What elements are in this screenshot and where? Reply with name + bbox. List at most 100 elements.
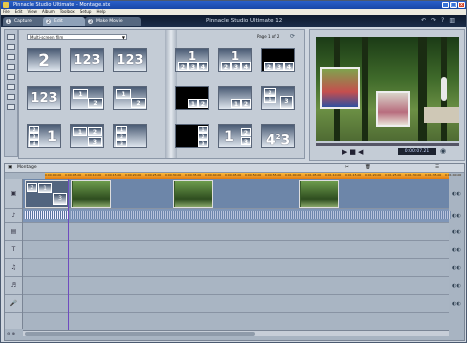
timecode-display[interactable]: 0:00:07.21 [398, 148, 436, 155]
timeline-view-icon[interactable]: ☰ [435, 165, 439, 170]
zoom-controls[interactable]: ⊖ ⊕ [7, 331, 15, 336]
menu-setup[interactable]: Setup [80, 9, 92, 14]
audio-track-header[interactable]: ♪ [5, 209, 22, 223]
ruler-tick-label: 0:01:10.00 [325, 173, 342, 177]
next-page-icon[interactable]: ⟳ [290, 33, 295, 40]
video-track[interactable]: 2 1 3 [23, 179, 449, 209]
template-thumb-123-a[interactable]: 123 [70, 48, 104, 72]
template-thumb-123-c[interactable]: 123 [27, 86, 61, 110]
title-track-toggle[interactable]: ◐◐ [449, 241, 464, 259]
page-indicator: Page 1 of 2 [257, 34, 280, 39]
template-thumb-black-12[interactable]: 12 [175, 86, 209, 110]
video-clip-1[interactable] [71, 180, 111, 208]
video-clip-3[interactable] [299, 180, 339, 208]
timeline-scrollbar[interactable] [23, 330, 449, 336]
template-thumb-split-12b[interactable]: 12 [113, 86, 147, 110]
volume-icon[interactable]: ◉ [440, 147, 446, 155]
title-track-header[interactable]: T [5, 241, 22, 259]
sound-track-header[interactable]: ♫ [5, 259, 22, 277]
template-thumb-43[interactable]: 423 [261, 124, 295, 148]
audio-track-toggle[interactable]: ◐◐ [449, 209, 464, 223]
menu-view[interactable]: View [27, 9, 37, 14]
transport-controls: ▶■◀ [342, 148, 365, 156]
ruler-tick-label: 0:01:05.00 [305, 173, 322, 177]
title-bar: Pinnacle Studio Ultimate - Montage.stx _… [1, 1, 466, 9]
template-thumb-big-1-23[interactable]: 123 [218, 124, 252, 148]
video-clip-2[interactable] [173, 180, 213, 208]
disc-menu-category-icon[interactable] [7, 84, 15, 90]
template-thumb-stack-123[interactable]: 123 [113, 124, 147, 148]
menu-edit[interactable]: Edit [15, 9, 23, 14]
tab-edit[interactable]: 2 Edit [43, 17, 85, 26]
menu-help[interactable]: Help [96, 9, 105, 14]
video-track-toggle[interactable]: ◐◐ [449, 179, 464, 209]
preview-scrubber[interactable] [316, 143, 459, 146]
montage-clip[interactable]: 2 1 3 [25, 180, 69, 208]
overlay-track-toggle[interactable]: ◐◐ [449, 223, 464, 241]
template-thumb-split-12[interactable]: 12 [70, 86, 104, 110]
maximize-button[interactable]: □ [450, 2, 457, 8]
menu-album[interactable]: Album [42, 9, 55, 14]
music-track-header[interactable]: ♬ [5, 277, 22, 295]
sound-effect-category-icon[interactable] [7, 94, 15, 100]
overlay-track-header[interactable]: ▤ [5, 223, 22, 241]
ruler-tick-label: 0:01:00.00 [285, 173, 302, 177]
redo-icon[interactable]: ↷ [431, 17, 441, 24]
sound-effects-track[interactable] [23, 259, 449, 277]
template-thumb-1234-a[interactable]: 1234 [175, 48, 209, 72]
app-icon [3, 2, 9, 8]
title-category-icon[interactable] [7, 64, 15, 70]
undo-icon[interactable]: ↶ [421, 17, 431, 24]
delete-icon[interactable]: 🗑 [365, 165, 371, 170]
music-category-icon[interactable] [7, 104, 15, 110]
music-track[interactable] [23, 277, 449, 295]
overlay-track[interactable] [23, 223, 449, 241]
template-thumb-black-123[interactable]: 123 [175, 124, 209, 148]
template-thumb-corner-123[interactable]: 213 [261, 86, 295, 110]
template-thumb-black-1234[interactable]: 234 [261, 48, 295, 72]
photo-category-icon[interactable] [7, 74, 15, 80]
playhead[interactable] [68, 179, 69, 334]
ruler-tick-label: 0:01:20.00 [365, 173, 382, 177]
menu-file[interactable]: File [3, 9, 10, 14]
template-thumb-grid-123[interactable]: 123 [70, 124, 104, 148]
ruler-tick-label: 0:00:35.00 [185, 173, 202, 177]
music-track-toggle[interactable]: ◐◐ [449, 277, 464, 295]
title-track[interactable] [23, 241, 449, 259]
album-panel: Multi-screen film ▼ Page 1 of 2 ⟳ 2 123 1… [18, 29, 305, 159]
app-window: Pinnacle Studio Ultimate - Montage.stx _… [0, 0, 467, 343]
narration-track-header[interactable]: 🎤 [5, 295, 22, 313]
close-button[interactable]: x [458, 2, 465, 8]
menu-toolbox[interactable]: Toolbox [60, 9, 75, 14]
narration-track-toggle[interactable]: ◐◐ [449, 295, 464, 313]
original-audio-track[interactable] [23, 209, 451, 223]
sound-track-toggle[interactable]: ◐◐ [449, 259, 464, 277]
theme-dropdown[interactable]: Multi-screen film ▼ [27, 34, 127, 40]
app-title: Pinnacle Studio Ultimate 12 [206, 18, 283, 24]
template-thumb-black-12b[interactable]: 12 [218, 86, 252, 110]
video-track-header[interactable]: ▣ [5, 179, 22, 209]
toolbar-icons: ↶↷?▥ [421, 17, 460, 24]
narration-track[interactable] [23, 295, 449, 313]
template-thumb-1234-b[interactable]: 1234 [218, 48, 252, 72]
tab-make-movie[interactable]: 3 Make Movie [85, 17, 141, 26]
ruler-tick-label: 0:00:55.00 [265, 173, 282, 177]
template-thumb-2[interactable]: 2 [27, 48, 61, 72]
ruler-tick-label: 0:00:40.00 [205, 173, 222, 177]
stop-icon[interactable]: ■ [349, 148, 358, 156]
trash-icon[interactable]: ▥ [449, 17, 460, 24]
montage-category-icon[interactable] [7, 54, 15, 60]
template-thumb-stack-1[interactable]: 2341 [27, 124, 61, 148]
template-thumb-123-b[interactable]: 123 [113, 48, 147, 72]
razor-icon[interactable]: ✂ [345, 165, 349, 170]
transition-category-icon[interactable] [7, 44, 15, 50]
ruler-tick-label: 0:00:30.00 [165, 173, 182, 177]
scrollbar-thumb[interactable] [25, 332, 255, 336]
ruler-tick-label: 0:01:15.00 [345, 173, 362, 177]
rewind-icon[interactable]: ◀ [358, 148, 365, 156]
ruler-tick-label: 0:00:20.00 [125, 173, 142, 177]
minimize-button[interactable]: _ [442, 2, 449, 8]
video-category-icon[interactable] [7, 34, 15, 40]
ruler-tick-label: 0:01:40.00 [445, 173, 462, 177]
timeline-icon: ▣ [8, 165, 13, 170]
